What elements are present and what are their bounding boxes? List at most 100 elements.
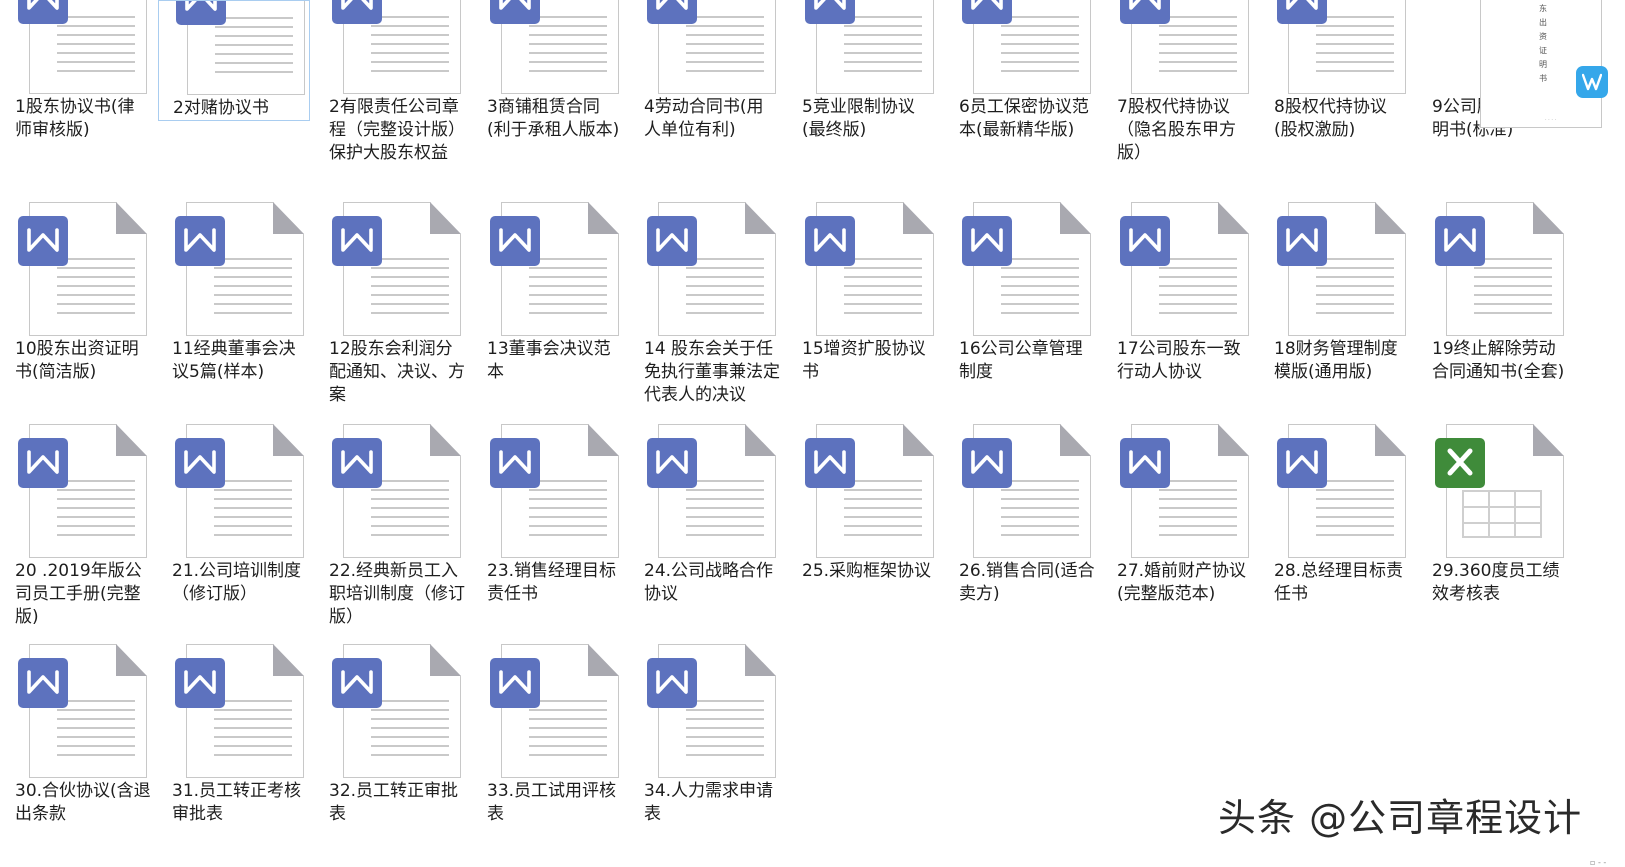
watermark: 头条 @公司章程设计 bbox=[1218, 796, 1583, 840]
file-name: 23.销售经理目标责任书 bbox=[487, 561, 617, 604]
file-name: 8股权代持协议(股权激励) bbox=[1274, 97, 1387, 140]
file-name: 33.员工试用评核表 bbox=[487, 781, 617, 824]
word-document-icon bbox=[630, 420, 782, 560]
file-item[interactable]: 15增资扩股协议书 bbox=[788, 198, 940, 384]
file-name: 1股东协议书(律师审核版) bbox=[15, 97, 135, 140]
file-item[interactable]: 8股权代持协议(股权激励) bbox=[1260, 0, 1412, 142]
file-item[interactable]: 27.婚前财产协议(完整版范本) bbox=[1103, 420, 1255, 606]
word-document-icon bbox=[630, 198, 782, 338]
file-name: 2对赌协议书 bbox=[173, 98, 269, 118]
file-item[interactable]: 16公司公章管理制度 bbox=[945, 198, 1097, 384]
file-name: 10股东出资证明书(简洁版) bbox=[15, 339, 139, 382]
file-name: 15增资扩股协议书 bbox=[802, 339, 926, 382]
file-name: 19终止解除劳动合同通知书(全套) bbox=[1432, 339, 1565, 382]
wps-logo-icon bbox=[1576, 66, 1608, 98]
word-document-icon bbox=[1418, 198, 1570, 338]
word-document-icon bbox=[315, 0, 467, 96]
word-document-icon bbox=[159, 1, 311, 97]
file-item[interactable]: 32.员工转正审批表 bbox=[315, 640, 467, 826]
file-item[interactable]: 12股东会利润分配通知、决议、方案 bbox=[315, 198, 467, 407]
file-item[interactable]: 22.经典新员工入职培训制度（修订版） bbox=[315, 420, 467, 629]
file-item[interactable]: 2对赌协议书 bbox=[158, 0, 310, 121]
file-name: 30.合伙协议(含退出条款 bbox=[15, 781, 151, 824]
word-document-icon bbox=[473, 198, 625, 338]
file-name: 34.人力需求申请表 bbox=[644, 781, 774, 824]
word-document-icon bbox=[473, 0, 625, 96]
word-document-icon bbox=[945, 420, 1097, 560]
file-item[interactable]: 10股东出资证明书(简洁版) bbox=[1, 198, 153, 384]
file-item[interactable]: 20 .2019年版公司员工手册(完整版) bbox=[1, 420, 153, 629]
file-item[interactable]: 2有限责任公司章程（完整设计版）保护大股东权益 bbox=[315, 0, 467, 165]
file-name: 3商铺租赁合同(利于承租人版本) bbox=[487, 97, 620, 140]
word-document-icon bbox=[1, 640, 153, 780]
corner-mark: ▫ - - bbox=[1590, 858, 1607, 867]
file-name: 20 .2019年版公司员工手册(完整版) bbox=[15, 561, 142, 627]
word-document-icon bbox=[158, 198, 310, 338]
word-document-icon bbox=[473, 420, 625, 560]
excel-document-icon bbox=[1418, 420, 1570, 560]
file-item[interactable]: 28.总经理目标责任书 bbox=[1260, 420, 1412, 606]
file-name: 14 股东会关于任免执行董事兼法定代表人的决议 bbox=[644, 339, 780, 405]
file-item[interactable]: 30.合伙协议(含退出条款 bbox=[1, 640, 153, 826]
word-document-icon bbox=[1260, 198, 1412, 338]
file-name: 22.经典新员工入职培训制度（修订版） bbox=[329, 561, 465, 627]
word-document-icon bbox=[1260, 420, 1412, 560]
file-item[interactable]: 25.采购框架协议 bbox=[788, 420, 940, 583]
file-item[interactable]: 33.员工试用评核表 bbox=[473, 640, 625, 826]
file-item[interactable]: 18财务管理制度模版(通用版) bbox=[1260, 198, 1412, 384]
file-item[interactable]: 5竞业限制协议(最终版) bbox=[788, 0, 940, 142]
file-item[interactable]: 24.公司战略合作协议 bbox=[630, 420, 782, 606]
file-item[interactable]: 34.人力需求申请表 bbox=[630, 640, 782, 826]
word-document-icon bbox=[788, 198, 940, 338]
word-document-icon bbox=[315, 420, 467, 560]
file-item[interactable]: 21.公司培训制度（修订版） bbox=[158, 420, 310, 606]
thumbnail-footer: · · · · bbox=[1545, 117, 1557, 123]
word-document-icon bbox=[945, 198, 1097, 338]
file-item[interactable]: 17公司股东一致行动人协议 bbox=[1103, 198, 1255, 384]
word-document-icon bbox=[315, 640, 467, 780]
file-name: 6员工保密协议范本(最新精华版) bbox=[959, 97, 1089, 140]
file-item[interactable]: 31.员工转正考核审批表 bbox=[158, 640, 310, 826]
file-name: 11经典董事会决议5篇(样本) bbox=[172, 339, 296, 382]
file-name: 2有限责任公司章程（完整设计版）保护大股东权益 bbox=[329, 97, 465, 163]
file-name: 12股东会利润分配通知、决议、方案 bbox=[329, 339, 465, 405]
file-name: 24.公司战略合作协议 bbox=[644, 561, 774, 604]
file-item[interactable]: 7股权代持协议（隐名股东甲方版） bbox=[1103, 0, 1255, 165]
file-name: 32.员工转正审批表 bbox=[329, 781, 459, 824]
word-document-icon bbox=[1260, 0, 1412, 96]
file-item[interactable]: 14 股东会关于任免执行董事兼法定代表人的决议 bbox=[630, 198, 782, 407]
word-document-icon bbox=[788, 0, 940, 96]
file-item[interactable]: 3商铺租赁合同(利于承租人版本) bbox=[473, 0, 625, 142]
word-document-icon bbox=[788, 420, 940, 560]
file-name: 31.员工转正考核审批表 bbox=[172, 781, 302, 824]
file-name: 27.婚前财产协议(完整版范本) bbox=[1117, 561, 1247, 604]
word-document-icon bbox=[1103, 420, 1255, 560]
word-document-icon bbox=[945, 0, 1097, 96]
file-item[interactable]: 11经典董事会决议5篇(样本) bbox=[158, 198, 310, 384]
file-item[interactable]: 23.销售经理目标责任书 bbox=[473, 420, 625, 606]
file-name: 17公司股东一致行动人协议 bbox=[1117, 339, 1241, 382]
file-name: 25.采购框架协议 bbox=[802, 561, 932, 581]
file-name: 5竞业限制协议(最终版) bbox=[802, 97, 915, 140]
file-name: 7股权代持协议（隐名股东甲方版） bbox=[1117, 97, 1236, 163]
word-document-icon bbox=[1103, 198, 1255, 338]
word-document-icon bbox=[1, 0, 153, 96]
word-document-icon bbox=[315, 198, 467, 338]
word-document-icon bbox=[158, 640, 310, 780]
file-thumbnail-preview[interactable]: 东出资证明书 · · · · bbox=[1480, 0, 1602, 128]
file-item[interactable]: 29.360度员工绩效考核表 bbox=[1418, 420, 1570, 606]
file-item[interactable]: 6员工保密协议范本(最新精华版) bbox=[945, 0, 1097, 142]
word-document-icon bbox=[1, 198, 153, 338]
file-name: 26.销售合同(适合卖方) bbox=[959, 561, 1095, 604]
file-item[interactable]: 19终止解除劳动合同通知书(全套) bbox=[1418, 198, 1570, 384]
word-document-icon bbox=[630, 0, 782, 96]
file-name: 18财务管理制度模版(通用版) bbox=[1274, 339, 1398, 382]
file-name: 28.总经理目标责任书 bbox=[1274, 561, 1404, 604]
file-item[interactable]: 26.销售合同(适合卖方) bbox=[945, 420, 1097, 606]
file-name: 4劳动合同书(用人单位有利) bbox=[644, 97, 764, 140]
file-item[interactable]: 1股东协议书(律师审核版) bbox=[1, 0, 153, 142]
word-document-icon bbox=[1103, 0, 1255, 96]
file-item[interactable]: 13董事会决议范本 bbox=[473, 198, 625, 384]
file-item[interactable]: 4劳动合同书(用人单位有利) bbox=[630, 0, 782, 142]
file-grid: 1股东协议书(律师审核版) 2对赌协议书 2有限责任公司章程（完整设计版）保护大股东… bbox=[0, 0, 1625, 867]
